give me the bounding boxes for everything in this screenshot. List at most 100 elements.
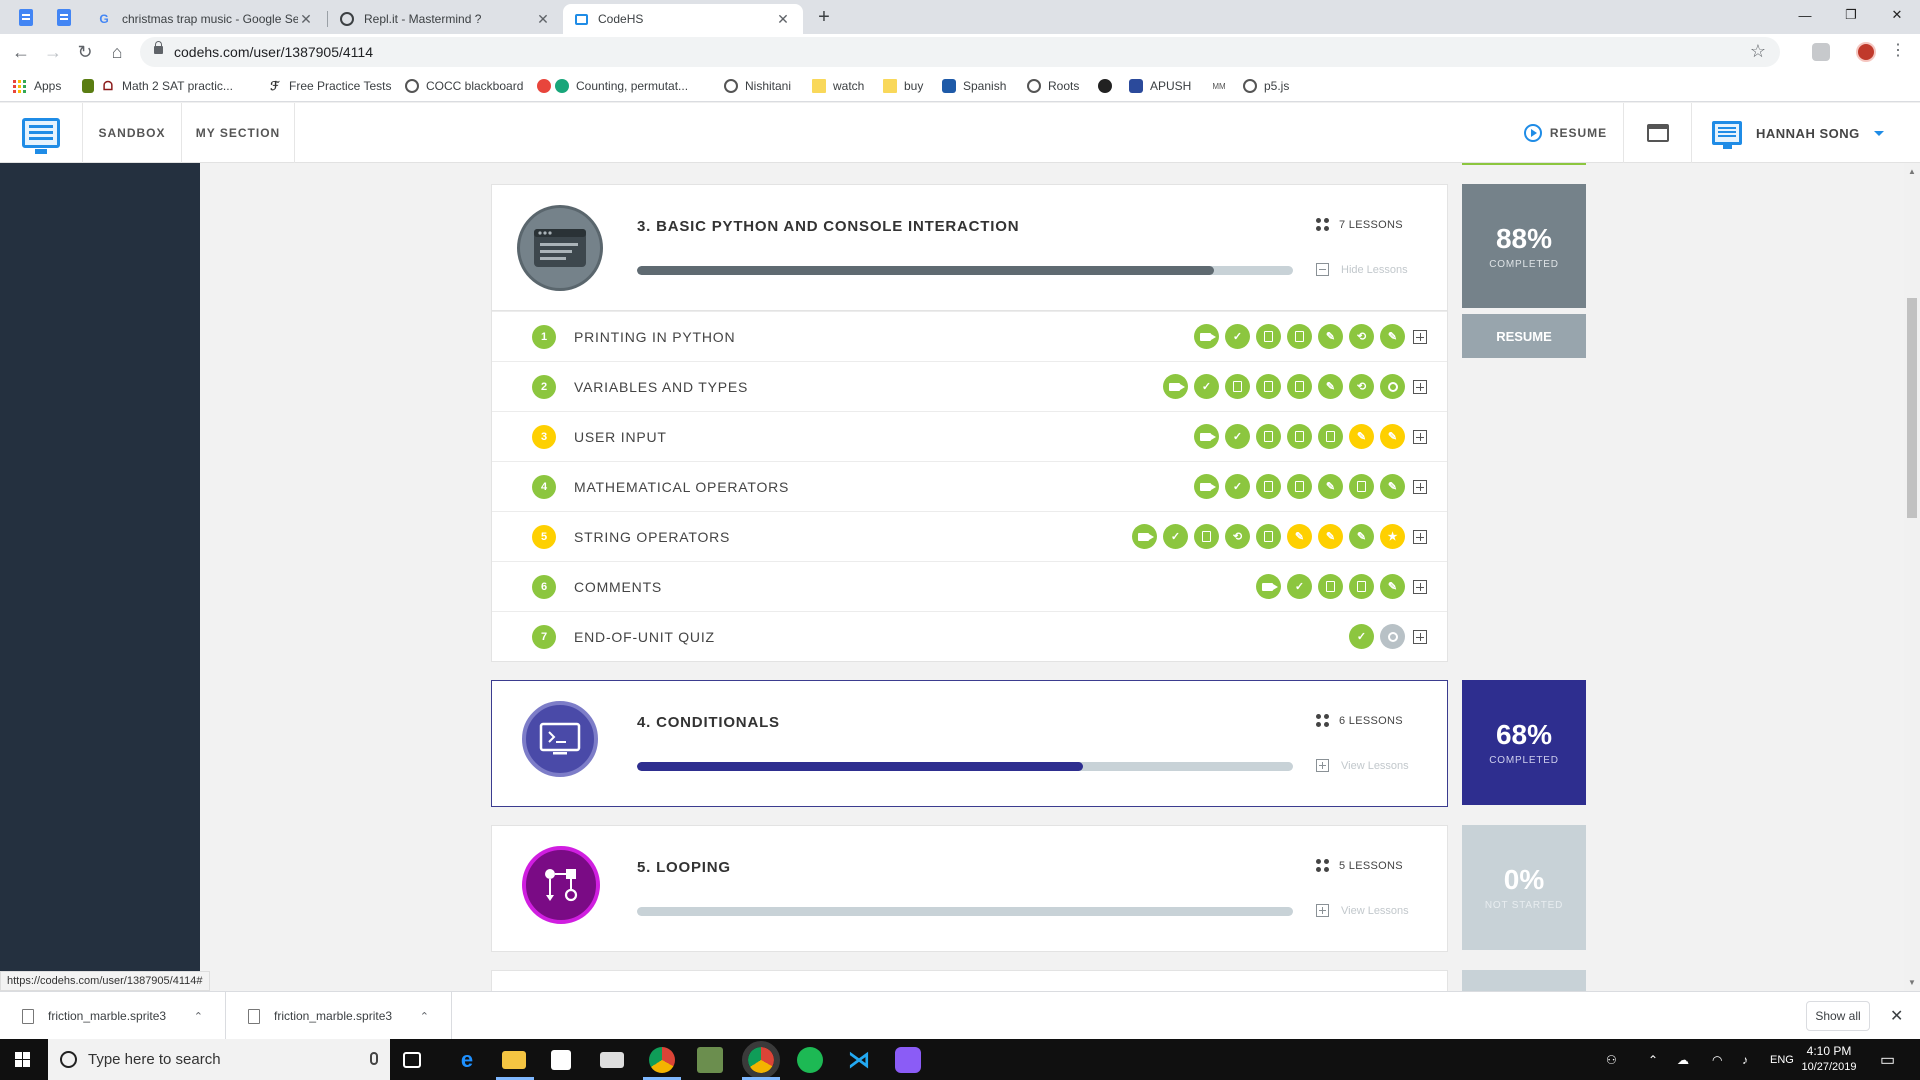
nav-sandbox[interactable]: SANDBOX	[83, 103, 182, 163]
codehs-logo[interactable]	[0, 103, 83, 163]
extension-icon[interactable]	[1812, 43, 1830, 61]
lesson-row[interactable]: 2 VARIABLES AND TYPES ✓ ✎ ⟲	[492, 361, 1447, 411]
expand-plus-icon[interactable]	[1413, 429, 1427, 444]
check-activity-icon[interactable]: ✓	[1225, 324, 1250, 349]
new-tab-button[interactable]: +	[812, 4, 836, 30]
show-all-button[interactable]: Show all	[1806, 1001, 1870, 1031]
minimize-button[interactable]: —	[1782, 0, 1828, 30]
check-activity-icon[interactable]: ✓	[1194, 374, 1219, 399]
doc-activity-icon[interactable]	[1287, 324, 1312, 349]
doc-activity-icon[interactable]	[1256, 424, 1281, 449]
doc-activity-icon[interactable]	[1287, 424, 1312, 449]
chevron-up-icon[interactable]: ⌃	[194, 1010, 203, 1023]
bookmark-free-practice[interactable]: ℱ Free Practice Tests	[268, 77, 391, 95]
download-item[interactable]: friction_marble.sprite3 ⌃	[0, 992, 226, 1040]
video-activity-icon[interactable]	[1256, 574, 1281, 599]
pencil-activity-icon[interactable]: ✎	[1380, 574, 1405, 599]
bookmark-roots[interactable]: Roots	[1027, 77, 1079, 95]
people-icon[interactable]: ⚇	[1606, 1039, 1617, 1080]
app-icon[interactable]	[895, 1047, 921, 1073]
store-icon[interactable]	[551, 1050, 571, 1070]
taskbar-search-box[interactable]: Type here to search	[48, 1039, 390, 1080]
doc-activity-icon[interactable]	[1349, 574, 1374, 599]
bookmark-spanish[interactable]: Spanish	[942, 77, 1006, 95]
code-activity-icon[interactable]: ⟲	[1349, 374, 1374, 399]
check-activity-icon[interactable]: ✓	[1225, 474, 1250, 499]
lesson-title[interactable]: STRING OPERATORS	[574, 529, 730, 545]
lesson-row[interactable]: 1 PRINTING IN PYTHON ✓ ✎ ⟲ ✎	[492, 311, 1447, 361]
nav-my-section[interactable]: MY SECTION	[182, 103, 295, 163]
bookmark-star-icon[interactable]: ☆	[1750, 41, 1766, 62]
code-activity-icon[interactable]: ⟲	[1225, 524, 1250, 549]
address-bar[interactable]: codehs.com/user/1387905/4114 ☆	[140, 37, 1780, 67]
pencil-activity-icon[interactable]: ✎	[1349, 524, 1374, 549]
expand-plus-icon[interactable]	[1413, 479, 1427, 494]
unit-card-next-partial[interactable]	[491, 970, 1448, 991]
video-activity-icon[interactable]	[1163, 374, 1188, 399]
language-indicator[interactable]: ENG	[1770, 1039, 1794, 1080]
video-activity-icon[interactable]	[1194, 324, 1219, 349]
lesson-row[interactable]: 3 USER INPUT ✓ ✎ ✎	[492, 411, 1447, 461]
bookmark-apush[interactable]: APUSH	[1129, 77, 1191, 95]
close-tab-icon[interactable]: ✕	[535, 11, 551, 28]
pencil-activity-icon[interactable]: ✎	[1349, 424, 1374, 449]
edge-icon[interactable]: e	[454, 1047, 480, 1073]
ring-activity-icon[interactable]	[1380, 624, 1405, 649]
profile-avatar[interactable]	[1856, 42, 1876, 62]
chevron-up-icon[interactable]: ⌃	[420, 1010, 429, 1023]
microphone-icon[interactable]	[370, 1052, 378, 1065]
lesson-title[interactable]: COMMENTS	[574, 579, 662, 595]
lesson-row[interactable]: 6 COMMENTS ✓ ✎	[492, 561, 1447, 611]
photo-app-icon[interactable]	[697, 1047, 723, 1073]
doc-activity-icon[interactable]	[1287, 474, 1312, 499]
pencil-activity-icon[interactable]: ✎	[1318, 474, 1343, 499]
bookmark-nishitani[interactable]: Nishitani	[724, 77, 791, 95]
unit-card-conditionals[interactable]: 4. CONDITIONALS 6 LESSONS View Lessons	[491, 680, 1448, 807]
scroll-up-arrow-icon[interactable]: ▲	[1908, 167, 1916, 176]
volume-icon[interactable]: ♪	[1742, 1039, 1748, 1080]
check-activity-icon[interactable]: ✓	[1349, 624, 1374, 649]
bookmark-math-sat[interactable]: ᗝ Math 2 SAT practic...	[82, 77, 233, 95]
reload-button[interactable]: ↻	[73, 40, 97, 64]
doc-activity-icon[interactable]	[1256, 374, 1281, 399]
file-explorer-icon[interactable]	[502, 1051, 526, 1069]
doc-activity-icon[interactable]	[1256, 474, 1281, 499]
bookmark-apps[interactable]: Apps	[13, 77, 61, 95]
wifi-icon[interactable]: ◠	[1712, 1039, 1722, 1080]
lesson-title[interactable]: PRINTING IN PYTHON	[574, 329, 735, 345]
video-activity-icon[interactable]	[1194, 424, 1219, 449]
lesson-title[interactable]: VARIABLES AND TYPES	[574, 379, 748, 395]
page-scrollbar[interactable]: ▲ ▼	[1904, 163, 1920, 991]
tab-replit[interactable]: Repl.it - Mastermind ? ✕	[328, 4, 563, 34]
video-activity-icon[interactable]	[1194, 474, 1219, 499]
pinned-tab-docs-1[interactable]	[15, 6, 37, 28]
scrollbar-thumb[interactable]	[1907, 298, 1917, 518]
lesson-title[interactable]: MATHEMATICAL OPERATORS	[574, 479, 789, 495]
tab-codehs[interactable]: CodeHS ✕	[563, 4, 803, 34]
view-lessons-toggle[interactable]: View Lessons	[1316, 904, 1409, 917]
back-button[interactable]: ←	[9, 40, 33, 64]
bookmark-counting[interactable]: Counting, permutat...	[537, 77, 688, 95]
bookmark-cocc[interactable]: COCC blackboard	[405, 77, 523, 95]
bookmark-mm[interactable]: MM	[1212, 77, 1233, 95]
vscode-icon[interactable]: ⋊	[846, 1047, 872, 1073]
hide-lessons-toggle[interactable]: Hide Lessons	[1316, 263, 1408, 276]
onedrive-icon[interactable]: ☁	[1677, 1039, 1689, 1080]
doc-activity-icon[interactable]	[1318, 574, 1343, 599]
chrome-profile-icon[interactable]	[742, 1041, 780, 1079]
doc-activity-icon[interactable]	[1318, 424, 1343, 449]
lesson-row[interactable]: 7 END-OF-UNIT QUIZ ✓	[492, 611, 1447, 661]
doc-activity-icon[interactable]	[1194, 524, 1219, 549]
bookmark-github[interactable]	[1098, 77, 1119, 95]
header-resume-button[interactable]: RESUME	[1508, 103, 1624, 163]
expand-plus-icon[interactable]	[1413, 329, 1427, 344]
close-window-button[interactable]: ✕	[1874, 0, 1920, 30]
pencil-activity-icon[interactable]: ✎	[1318, 374, 1343, 399]
taskbar-clock[interactable]: 4:10 PM 10/27/2019	[1794, 1043, 1864, 1075]
restore-button[interactable]: ❐	[1828, 0, 1874, 30]
bookmark-folder-buy[interactable]: buy	[883, 77, 923, 95]
expand-plus-icon[interactable]	[1413, 379, 1427, 394]
close-shelf-icon[interactable]: ✕	[1890, 1006, 1903, 1026]
lesson-row[interactable]: 5 STRING OPERATORS ✓ ⟲ ✎ ✎ ✎ ★	[492, 511, 1447, 561]
star-activity-icon[interactable]: ★	[1380, 524, 1405, 549]
